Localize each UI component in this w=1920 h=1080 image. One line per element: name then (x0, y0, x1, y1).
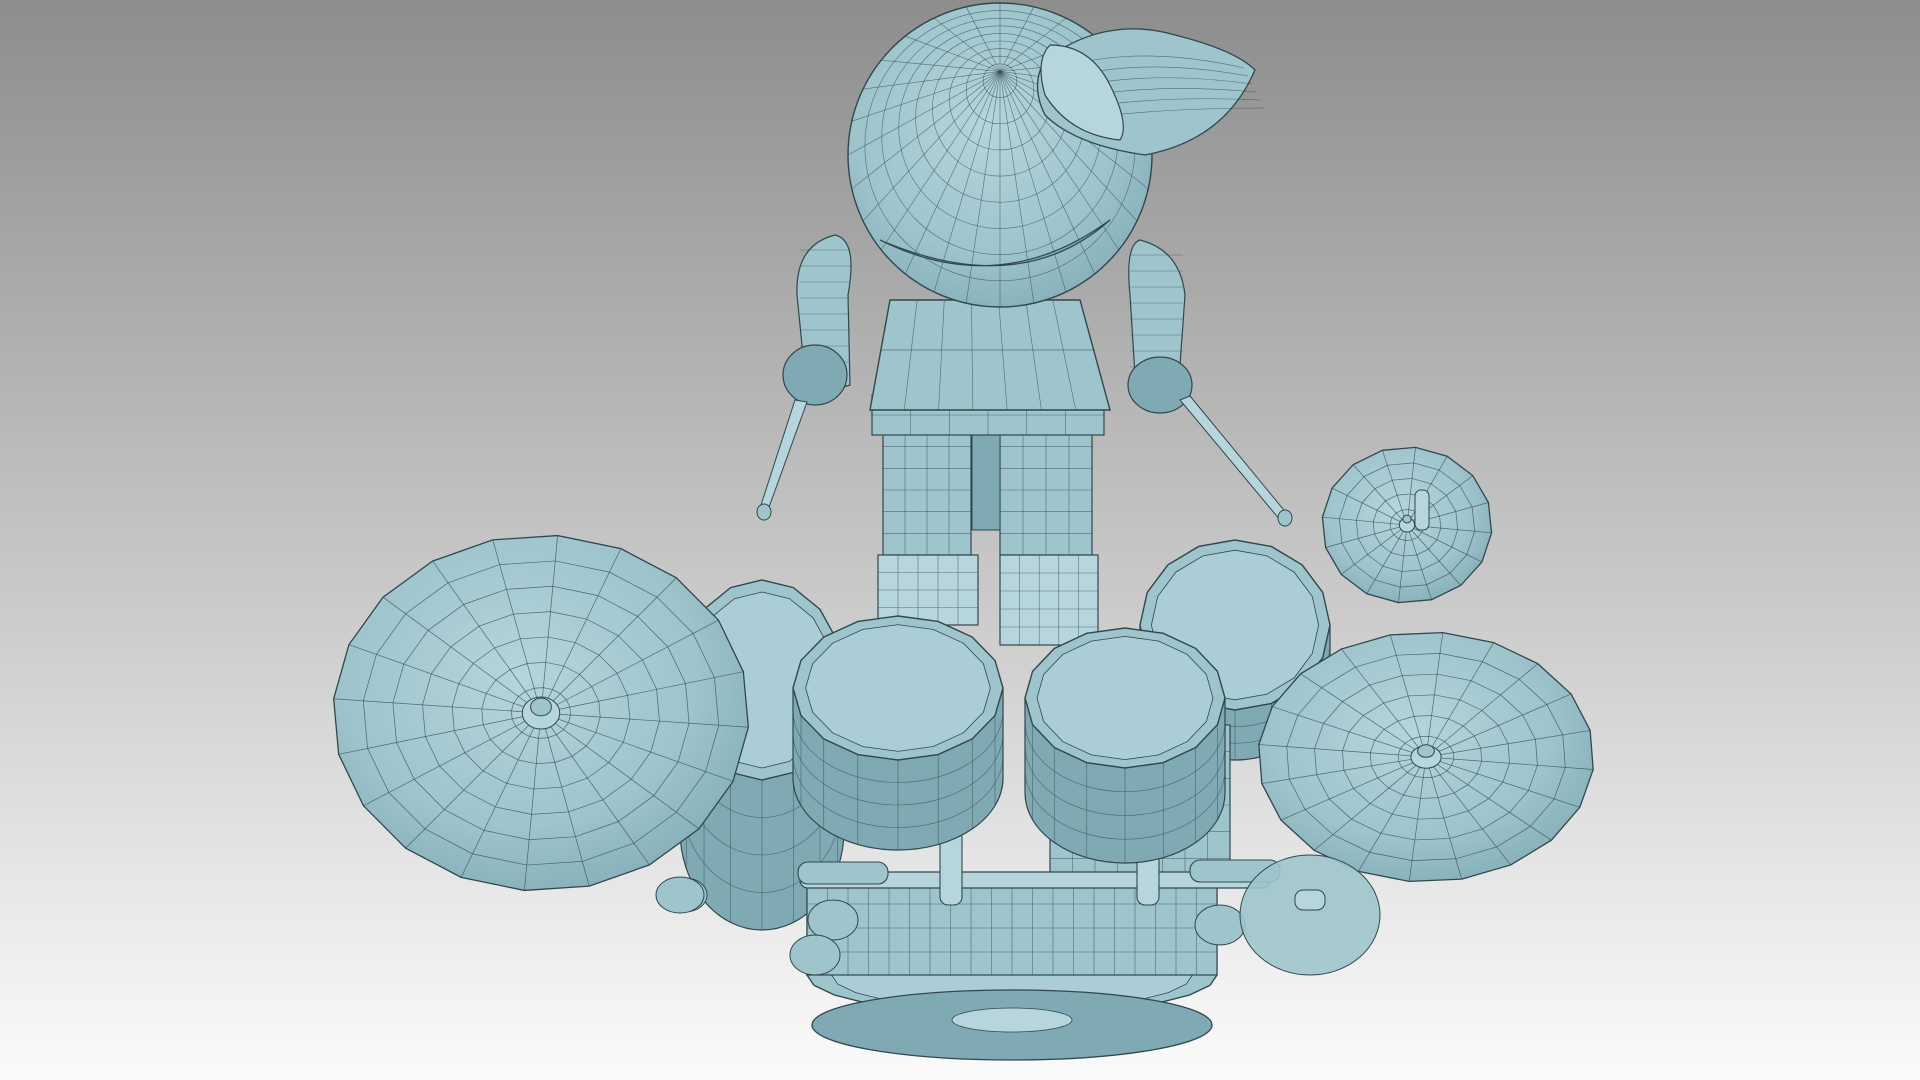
small-cymbal-right (1321, 446, 1493, 604)
3d-viewport[interactable] (0, 0, 1920, 1080)
wireframe-render (0, 0, 1920, 1080)
rack-tom-left (792, 615, 1004, 851)
rack-tom-right (1024, 627, 1226, 864)
